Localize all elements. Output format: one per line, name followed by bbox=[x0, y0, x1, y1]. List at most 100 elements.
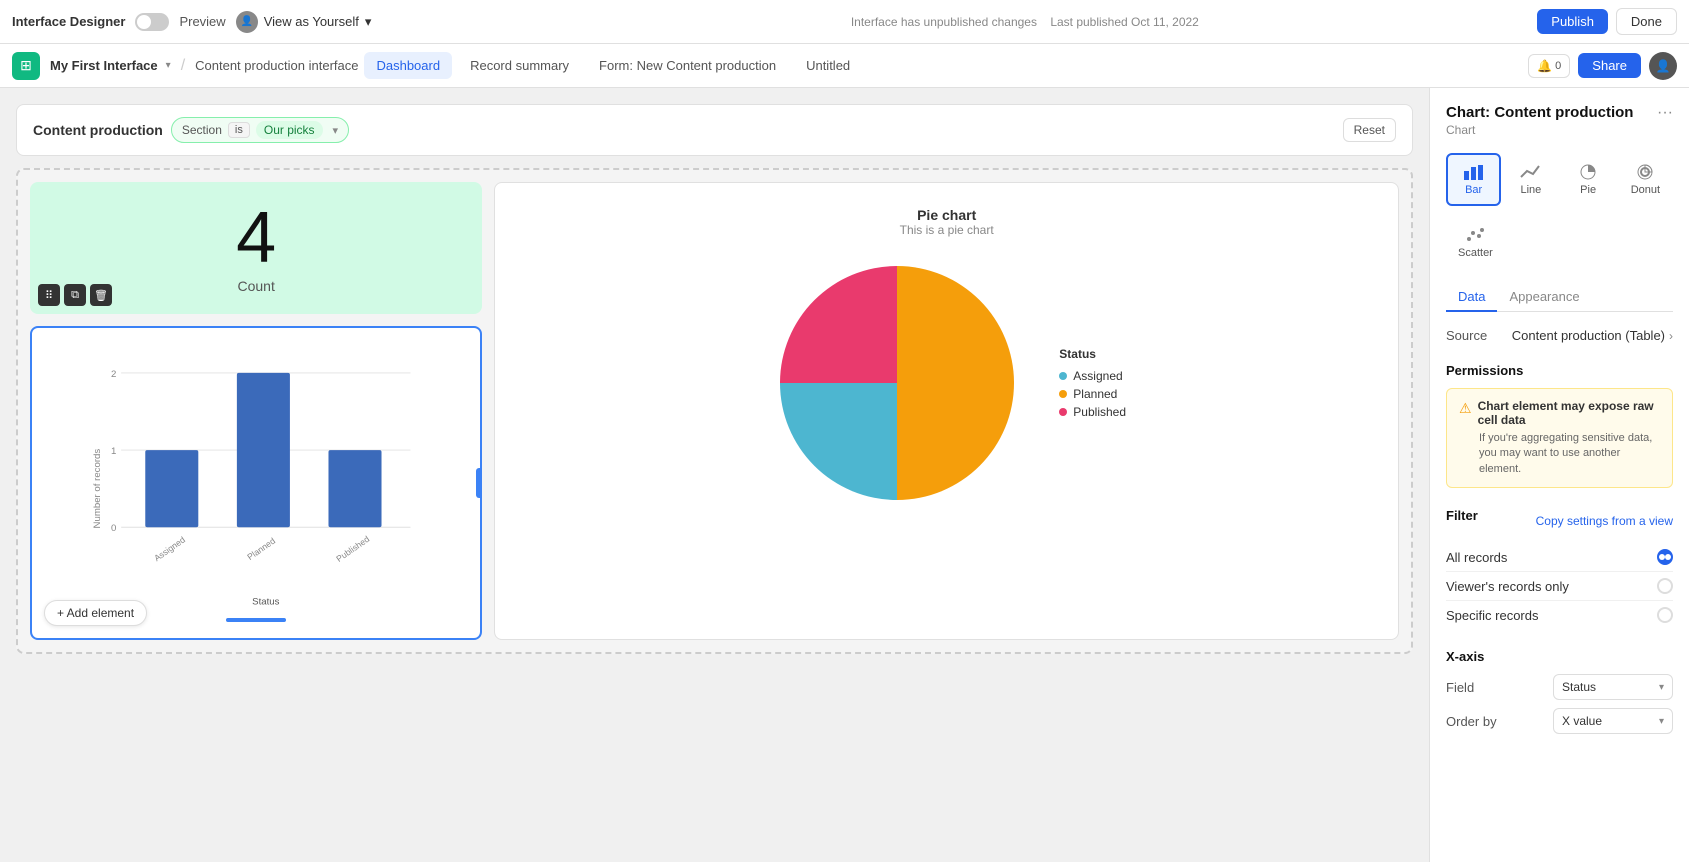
specific-records-label: Specific records bbox=[1446, 608, 1538, 623]
panel-tab-appearance[interactable]: Appearance bbox=[1497, 283, 1591, 312]
panel-title: Chart: Content production bbox=[1446, 104, 1633, 121]
warning-icon: ⚠ bbox=[1459, 400, 1472, 417]
topbar-right: Publish Done bbox=[1537, 8, 1677, 35]
filter-tag: Section is Our picks ▾ bbox=[171, 117, 349, 143]
tabbar-actions: 🔔 0 Share 👤 bbox=[1528, 52, 1677, 80]
source-section: Source Content production (Table) › bbox=[1446, 328, 1673, 343]
chart-type-selector: Bar Line Pie bbox=[1446, 153, 1673, 206]
section-label: Section bbox=[182, 123, 222, 137]
panel-tab-data[interactable]: Data bbox=[1446, 283, 1497, 312]
preview-toggle[interactable] bbox=[135, 13, 169, 31]
tab-untitled[interactable]: Untitled bbox=[794, 52, 862, 79]
app-name[interactable]: My First Interface bbox=[50, 58, 158, 73]
legend-item-planned: Planned bbox=[1059, 387, 1126, 401]
topbar-center: Interface has unpublished changes Last p… bbox=[524, 15, 1525, 29]
topbar-title: Interface Designer bbox=[12, 14, 125, 29]
svg-text:0: 0 bbox=[111, 523, 116, 534]
permissions-warning: ⚠ Chart element may expose raw cell data… bbox=[1446, 388, 1673, 488]
orderby-row: Order by X value ▾ bbox=[1446, 708, 1673, 734]
orderby-value: X value bbox=[1562, 714, 1602, 728]
add-element-button[interactable]: + Add element bbox=[44, 600, 147, 626]
filter-left: Content production Section is Our picks … bbox=[33, 117, 349, 143]
orderby-select[interactable]: X value ▾ bbox=[1553, 708, 1673, 734]
legend-item-published: Published bbox=[1059, 405, 1126, 419]
bar-chart-icon bbox=[1463, 163, 1485, 184]
permissions-title: Permissions bbox=[1446, 363, 1673, 378]
copy-settings-link[interactable]: Copy settings from a view bbox=[1536, 514, 1673, 528]
bar-chart-card: Number of records 2 1 0 bbox=[30, 326, 482, 640]
svg-text:Assigned: Assigned bbox=[152, 534, 187, 563]
svg-text:Number of records: Number of records bbox=[92, 449, 103, 529]
bar-chart-inner: Number of records 2 1 0 bbox=[48, 344, 464, 614]
count-number: 4 bbox=[50, 202, 462, 274]
left-column: 4 Count ⠿ ⧉ 🗑 Number of records bbox=[30, 182, 482, 640]
preview-label: Preview bbox=[179, 14, 225, 29]
right-panel: Chart: Content production Chart ··· Bar bbox=[1429, 88, 1689, 862]
filter-viewers-records[interactable]: Viewer's records only bbox=[1446, 572, 1673, 601]
pie-chart-svg bbox=[767, 253, 1027, 513]
is-operator[interactable]: is bbox=[228, 122, 250, 138]
donut-chart-icon bbox=[1634, 163, 1656, 184]
view-as-yourself[interactable]: 👤 View as Yourself ▾ bbox=[236, 11, 372, 33]
warning-title: Chart element may expose raw cell data bbox=[1478, 399, 1660, 427]
filter-all-records[interactable]: All records bbox=[1446, 543, 1673, 572]
viewers-records-radio[interactable] bbox=[1657, 578, 1673, 594]
chart-types-row2: Scatter bbox=[1446, 218, 1673, 267]
filter-section-header: Filter Copy settings from a view bbox=[1446, 508, 1673, 533]
chart-type-scatter[interactable]: Scatter bbox=[1446, 218, 1505, 267]
filter-specific-records[interactable]: Specific records bbox=[1446, 601, 1673, 629]
chart-type-pie[interactable]: Pie bbox=[1561, 153, 1616, 206]
tab-record-summary[interactable]: Record summary bbox=[458, 52, 581, 79]
chart-type-bar[interactable]: Bar bbox=[1446, 153, 1501, 206]
share-button[interactable]: Share bbox=[1578, 53, 1641, 78]
field-select[interactable]: Status ▾ bbox=[1553, 674, 1673, 700]
panel-more-button[interactable]: ··· bbox=[1657, 104, 1673, 122]
canvas: Content production Section is Our picks … bbox=[0, 88, 1429, 862]
published-label: Published bbox=[1073, 405, 1126, 419]
delete-tool[interactable]: 🗑 bbox=[90, 284, 112, 306]
line-chart-icon bbox=[1520, 163, 1542, 184]
filter-bar: Content production Section is Our picks … bbox=[16, 104, 1413, 156]
resize-handle[interactable] bbox=[476, 468, 482, 498]
chart-type-donut[interactable]: Donut bbox=[1618, 153, 1673, 206]
count-card: 4 Count ⠿ ⧉ 🗑 bbox=[30, 182, 482, 314]
done-button[interactable]: Done bbox=[1616, 8, 1677, 35]
all-records-radio[interactable] bbox=[1657, 549, 1673, 565]
source-label: Source bbox=[1446, 328, 1487, 343]
pie-chart-icon bbox=[1577, 163, 1599, 184]
main-layout: Content production Section is Our picks … bbox=[0, 88, 1689, 862]
publish-button[interactable]: Publish bbox=[1537, 9, 1608, 34]
chart-type-line[interactable]: Line bbox=[1503, 153, 1558, 206]
field-value: Status bbox=[1562, 680, 1596, 694]
tab-dashboard[interactable]: Dashboard bbox=[364, 52, 452, 79]
assigned-dot bbox=[1059, 372, 1067, 380]
specific-records-radio[interactable] bbox=[1657, 607, 1673, 623]
reset-button[interactable]: Reset bbox=[1343, 118, 1396, 142]
filter-title: Content production bbox=[33, 122, 163, 138]
pie-area: Status Assigned Planned Published bbox=[519, 253, 1374, 513]
filter-value: Our picks bbox=[256, 121, 323, 139]
warning-text: If you're aggregating sensitive data, yo… bbox=[1459, 431, 1660, 477]
filter-dropdown-caret[interactable]: ▾ bbox=[333, 124, 339, 137]
tabbar: ⊞ My First Interface ▾ / Content product… bbox=[0, 44, 1689, 88]
move-tool[interactable]: ⠿ bbox=[38, 284, 60, 306]
published-dot bbox=[1059, 408, 1067, 416]
pie-chart-card: Pie chart This is a pie chart bbox=[494, 182, 1399, 640]
bell-icon: 🔔 bbox=[1537, 59, 1552, 73]
filter-section: Filter Copy settings from a view All rec… bbox=[1446, 508, 1673, 629]
xaxis-section: X-axis Field Status ▾ Order by X value ▾ bbox=[1446, 649, 1673, 734]
bell-button[interactable]: 🔔 0 bbox=[1528, 54, 1570, 78]
app-icon: ⊞ bbox=[12, 52, 40, 80]
filter-section-title: Filter bbox=[1446, 508, 1478, 523]
topbar-left: Interface Designer Preview 👤 View as You… bbox=[12, 11, 512, 33]
viewers-records-label: Viewer's records only bbox=[1446, 579, 1569, 594]
source-value[interactable]: Content production (Table) › bbox=[1512, 328, 1673, 343]
pie-chart-subtitle: This is a pie chart bbox=[900, 223, 994, 237]
duplicate-tool[interactable]: ⧉ bbox=[64, 284, 86, 306]
legend-title: Status bbox=[1059, 347, 1126, 361]
interface-name[interactable]: Content production interface bbox=[195, 58, 358, 73]
tab-form-new[interactable]: Form: New Content production bbox=[587, 52, 788, 79]
xaxis-title: X-axis bbox=[1446, 649, 1673, 664]
source-row: Source Content production (Table) › bbox=[1446, 328, 1673, 343]
orderby-select-caret: ▾ bbox=[1659, 716, 1664, 727]
